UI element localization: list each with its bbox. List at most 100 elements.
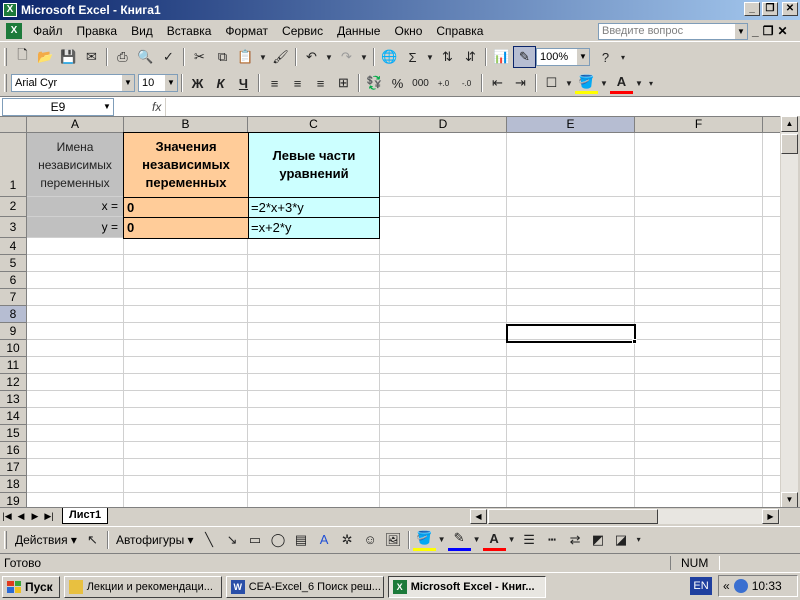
font-name-select[interactable]: Arial Cyr ▼ <box>11 74 135 92</box>
cell-b3[interactable]: 0 <box>123 217 249 239</box>
line-icon[interactable]: ╲ <box>198 529 221 551</box>
draw-actions-menu[interactable]: Действия ▾ <box>11 533 81 547</box>
document-icon[interactable]: X <box>6 22 22 39</box>
permission-icon[interactable]: ✉ <box>80 46 103 68</box>
sheet-tab[interactable]: Лист1 <box>62 508 109 524</box>
row-header[interactable]: 3 <box>0 217 27 238</box>
column-header-b[interactable]: B <box>124 117 248 133</box>
autosum-icon[interactable]: Σ <box>401 46 424 68</box>
menu-insert[interactable]: Вставка <box>160 24 219 38</box>
fill-color-dropdown-icon[interactable]: ▼ <box>436 529 448 551</box>
select-all-corner[interactable] <box>0 117 27 133</box>
font-color-dropdown-icon[interactable]: ▼ <box>506 529 518 551</box>
increase-indent-icon[interactable]: ⇥ <box>509 72 532 94</box>
cell-b2[interactable]: 0 <box>123 197 249 218</box>
text-box-icon[interactable]: ▤ <box>290 529 313 551</box>
task-word[interactable]: W CEA-Excel_6 Поиск реш... <box>225 575 384 598</box>
toolbar-grip[interactable] <box>4 74 7 92</box>
save-icon[interactable]: 💾 <box>57 46 80 68</box>
row-header[interactable]: 11 <box>0 357 27 374</box>
column-header-e[interactable]: E <box>507 117 635 133</box>
horizontal-scroll-thumb[interactable] <box>488 509 658 524</box>
cell-b1[interactable]: Значения независимых переменных <box>123 132 249 198</box>
decrease-decimal-button[interactable]: -.0 <box>455 72 478 94</box>
row-header[interactable]: 15 <box>0 425 27 442</box>
row-header[interactable]: 7 <box>0 289 27 306</box>
shadow-style-icon[interactable]: ◩ <box>587 529 610 551</box>
fill-color-icon[interactable]: 🪣 <box>575 72 598 94</box>
cell-c2[interactable]: =2*x+3*y <box>248 197 380 218</box>
cell-c1[interactable]: Левые части уравнений <box>248 132 380 198</box>
ask-question-box[interactable]: Введите вопрос ▼ <box>598 23 748 40</box>
row-header[interactable]: 17 <box>0 459 27 476</box>
worksheet-grid[interactable]: A B C D E F 1 2 3 4 5 6 7 8 9 10 11 12 1… <box>0 116 780 508</box>
prev-sheet-icon[interactable]: ◀ <box>14 511 28 522</box>
toolbar-options-icon[interactable]: ▾ <box>617 46 629 68</box>
insert-function-icon[interactable]: fx <box>152 100 161 114</box>
autosum-dropdown-icon[interactable]: ▼ <box>424 46 436 68</box>
toolbar-options-icon[interactable]: ▾ <box>633 529 645 551</box>
menu-help[interactable]: Справка <box>429 24 490 38</box>
vertical-scrollbar[interactable]: ▲ ▼ <box>780 116 798 508</box>
next-sheet-icon[interactable]: ▶ <box>28 511 42 522</box>
first-sheet-icon[interactable]: |◀ <box>0 511 14 522</box>
menu-view[interactable]: Вид <box>124 24 160 38</box>
row-header[interactable]: 13 <box>0 391 27 408</box>
new-document-icon[interactable]: 🗋 <box>11 46 34 68</box>
fill-handle[interactable] <box>632 339 637 344</box>
last-sheet-icon[interactable]: ▶| <box>42 511 56 522</box>
increase-decimal-button[interactable]: +.0 <box>432 72 455 94</box>
doc-restore-button[interactable]: ❐ <box>763 24 774 38</box>
language-indicator[interactable]: EN <box>690 577 712 595</box>
menu-tools[interactable]: Сервис <box>275 24 330 38</box>
doc-close-button[interactable]: ✕ <box>777 24 787 38</box>
italic-button[interactable]: К <box>209 72 232 94</box>
underline-button[interactable]: Ч <box>232 72 255 94</box>
clip-art-icon[interactable]: ☺ <box>359 529 382 551</box>
wordart-icon[interactable]: A <box>313 529 336 551</box>
dash-style-icon[interactable]: ┅ <box>541 529 564 551</box>
diagram-icon[interactable]: ✲ <box>336 529 359 551</box>
column-header-g[interactable] <box>763 117 780 133</box>
chevron-down-icon[interactable]: ▼ <box>735 24 747 39</box>
autoshapes-menu[interactable]: Автофигуры ▾ <box>112 533 198 547</box>
align-center-icon[interactable]: ≡ <box>286 72 309 94</box>
column-header-f[interactable]: F <box>635 117 763 133</box>
oval-icon[interactable]: ◯ <box>267 529 290 551</box>
row-header[interactable]: 10 <box>0 340 27 357</box>
help-icon[interactable]: ? <box>594 46 617 68</box>
row-header[interactable]: 1 <box>0 133 27 197</box>
paste-icon[interactable]: 📋 <box>234 46 257 68</box>
zoom-select[interactable]: 100% ▼ <box>536 48 590 66</box>
drawing-icon[interactable]: ✎ <box>513 46 536 68</box>
line-color-icon[interactable]: ✎ <box>447 529 471 551</box>
spelling-icon[interactable]: ✓ <box>157 46 180 68</box>
font-color-icon[interactable]: A <box>482 529 506 551</box>
menu-window[interactable]: Окно <box>387 24 429 38</box>
chart-wizard-icon[interactable]: 📊 <box>490 46 513 68</box>
bold-button[interactable]: Ж <box>186 72 209 94</box>
menu-data[interactable]: Данные <box>330 24 387 38</box>
align-right-icon[interactable]: ≡ <box>309 72 332 94</box>
toolbar-grip[interactable] <box>4 48 7 66</box>
menu-format[interactable]: Формат <box>218 24 275 38</box>
align-left-icon[interactable]: ≡ <box>263 72 286 94</box>
row-header[interactable]: 9 <box>0 323 27 340</box>
toolbar-grip[interactable] <box>4 530 7 549</box>
undo-dropdown-icon[interactable]: ▼ <box>323 46 335 68</box>
sort-ascending-icon[interactable]: ⇅ <box>436 46 459 68</box>
line-style-icon[interactable]: ☰ <box>518 529 541 551</box>
scroll-right-icon[interactable]: ▶ <box>762 509 779 524</box>
undo-icon[interactable]: ↶ <box>300 46 323 68</box>
thousands-button[interactable]: 000 <box>409 72 432 94</box>
selected-cell-e9[interactable] <box>506 324 637 344</box>
scroll-left-icon[interactable]: ◀ <box>470 509 487 524</box>
horizontal-scrollbar[interactable]: ◀ ▶ <box>470 509 780 524</box>
arrow-icon[interactable]: ↘ <box>221 529 244 551</box>
arrow-style-icon[interactable]: ⇄ <box>564 529 587 551</box>
hyperlink-icon[interactable]: 🌐 <box>378 46 401 68</box>
currency-icon[interactable]: 💱 <box>363 72 386 94</box>
doc-minimize-button[interactable]: _ <box>752 24 759 38</box>
fill-color-icon[interactable]: 🪣 <box>412 529 436 551</box>
scroll-up-icon[interactable]: ▲ <box>781 116 798 132</box>
